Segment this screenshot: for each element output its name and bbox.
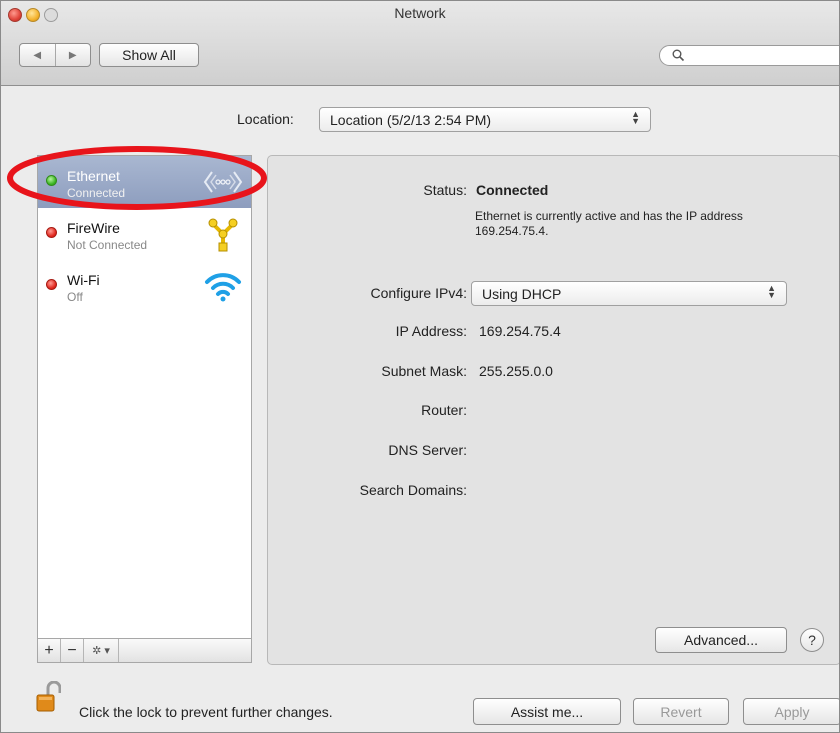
gear-menu-button[interactable]: ✲ ▾ [84, 639, 119, 662]
service-name: FireWire [67, 220, 120, 236]
configure-ipv4-value: Using DHCP [482, 286, 562, 302]
revert-button[interactable]: Revert [633, 698, 729, 725]
select-arrows-icon: ▲ ▼ [631, 109, 640, 126]
location-value: Location (5/2/13 2:54 PM) [330, 112, 492, 128]
service-list-toolbar: + − ✲ ▾ [37, 639, 252, 663]
remove-service-button[interactable]: − [61, 639, 84, 662]
ip-address-value: 169.254.75.4 [479, 323, 561, 339]
router-label: Router: [421, 402, 467, 418]
firewire-icon [208, 218, 238, 252]
help-button[interactable]: ? [800, 628, 824, 652]
service-item-ethernet[interactable]: Ethernet Connected [38, 156, 251, 208]
lock-message: Click the lock to prevent further change… [79, 704, 333, 720]
status-dot-green [46, 175, 57, 186]
add-service-button[interactable]: + [38, 639, 61, 662]
forward-button[interactable]: ▶ [54, 44, 91, 66]
search-domains-label: Search Domains: [359, 482, 467, 498]
back-button[interactable]: ◀ [20, 44, 55, 66]
subnet-mask-label: Subnet Mask: [381, 363, 467, 379]
network-window: Network ◀ ▶ Show All Location: Location … [0, 0, 840, 733]
status-dot-red [46, 227, 57, 238]
status-label: Status: [423, 182, 467, 198]
wifi-icon [205, 273, 241, 302]
service-status: Off [67, 290, 83, 304]
title-bar: Network ◀ ▶ Show All [1, 1, 839, 86]
advanced-button[interactable]: Advanced... [655, 627, 787, 653]
service-status: Connected [67, 186, 126, 200]
status-description: Ethernet is currently active and has the… [475, 209, 743, 238]
location-select[interactable]: Location (5/2/13 2:54 PM) ▲ ▼ [319, 107, 651, 132]
service-status: Not Connected [67, 238, 148, 252]
ethernet-icon [203, 171, 243, 193]
service-list: Ethernet Connected FireWire Not Connecte… [37, 155, 252, 639]
service-name: Wi-Fi [67, 272, 100, 288]
assist-me-button[interactable]: Assist me... [473, 698, 621, 725]
back-forward-group: ◀ ▶ [19, 43, 91, 67]
service-item-wifi[interactable]: Wi-Fi Off [38, 260, 251, 312]
service-name: Ethernet [67, 168, 120, 184]
select-arrows-icon: ▲ ▼ [767, 283, 776, 300]
window-title: Network [394, 5, 446, 21]
configure-ipv4-label: Configure IPv4: [370, 285, 468, 301]
location-label: Location: [237, 111, 294, 127]
search-icon [672, 49, 685, 62]
status-dot-red [46, 279, 57, 290]
status-value: Connected [476, 182, 549, 198]
ip-address-label: IP Address: [395, 323, 467, 339]
lock-icon[interactable] [35, 681, 61, 713]
apply-button[interactable]: Apply [743, 698, 839, 725]
show-all-button[interactable]: Show All [99, 43, 199, 67]
search-input[interactable] [659, 45, 839, 66]
dns-server-label: DNS Server: [388, 442, 467, 458]
configure-ipv4-select[interactable]: Using DHCP ▲ ▼ [471, 281, 787, 306]
subnet-mask-value: 255.255.0.0 [479, 363, 553, 379]
service-item-firewire[interactable]: FireWire Not Connected [38, 208, 251, 260]
